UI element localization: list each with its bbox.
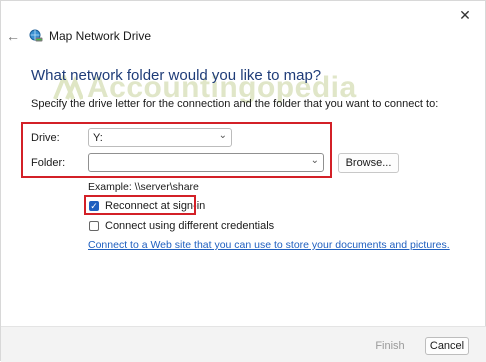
instruction-text: Specify the drive letter for the connect… (31, 98, 439, 110)
reconnect-label: Reconnect at sign-in (105, 200, 206, 212)
back-arrow-icon: ← (6, 28, 20, 44)
page-heading: What network folder would you like to ma… (31, 67, 322, 84)
checkbox-checked-icon: ✓ (89, 200, 99, 211)
chevron-down-icon: ⌄ (218, 130, 227, 141)
cancel-button[interactable]: Cancel (425, 337, 469, 355)
dialog-title-bar: Map Network Drive (29, 27, 151, 45)
finish-button[interactable]: Finish (362, 337, 418, 355)
map-network-drive-dialog: ✕ ← Map Network Drive Accountingopedia W… (0, 0, 486, 362)
dialog-title: Map Network Drive (49, 29, 152, 43)
drive-label: Drive: (31, 132, 60, 144)
close-icon: ✕ (459, 6, 471, 23)
credentials-label: Connect using different credentials (105, 220, 275, 232)
chevron-down-icon: ⌄ (310, 155, 319, 166)
drive-dropdown[interactable]: Y: ⌄ (88, 128, 232, 147)
checkbox-unchecked-icon (89, 221, 99, 231)
example-hint: Example: \\server\share (88, 181, 199, 193)
drive-value: Y: (93, 131, 103, 144)
network-drive-icon (29, 29, 43, 43)
close-button[interactable]: ✕ (445, 1, 485, 29)
reconnect-checkbox[interactable]: ✓ Reconnect at sign-in (89, 200, 205, 212)
folder-label: Folder: (31, 157, 66, 169)
different-credentials-checkbox[interactable]: Connect using different credentials (89, 220, 274, 232)
back-button[interactable]: ← (4, 27, 22, 45)
browse-button[interactable]: Browse... (338, 153, 399, 173)
web-site-link[interactable]: Connect to a Web site that you can use t… (88, 239, 450, 251)
folder-input[interactable]: ⌄ (88, 153, 324, 172)
